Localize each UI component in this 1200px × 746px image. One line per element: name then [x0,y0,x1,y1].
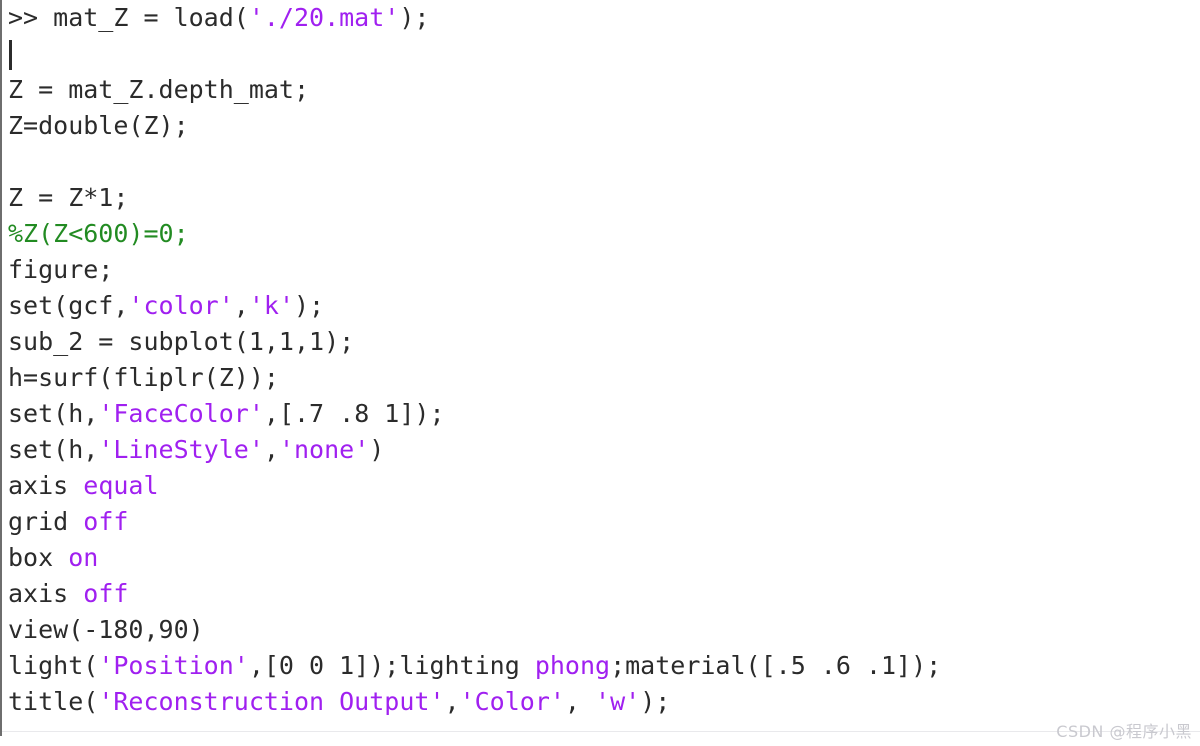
code-line[interactable]: Z = mat_Z.depth_mat; [8,72,1198,108]
code-line[interactable]: view(-180,90) [8,612,1198,648]
code-line[interactable]: sub_2 = subplot(1,1,1); [8,324,1198,360]
code-token-keyword: off [83,507,129,536]
csdn-watermark: CSDN @程序小黑 [1056,722,1192,741]
code-line[interactable]: %Z(Z<600)=0; [8,216,1198,252]
code-token-string: 'w' [595,687,641,716]
text-caret [9,40,12,70]
code-line[interactable]: set(h,'LineStyle','none') [8,432,1198,468]
code-line[interactable]: light('Position',[0 0 1]);lighting phong… [8,648,1198,684]
code-token-plain: ,[0 0 1]);lighting [248,651,535,680]
code-token-plain: , [444,687,460,716]
code-line[interactable]: figure; [8,252,1198,288]
code-token-plain: axis [8,471,84,500]
code-line[interactable]: Z = Z*1; [8,180,1198,216]
code-token-plain: title( [8,687,99,716]
code-token-plain: , [233,291,249,320]
code-area[interactable]: >> mat_Z = load('./20.mat'); Z = mat_Z.d… [8,0,1198,720]
code-token-string: 'color' [128,291,234,320]
code-token-comment: %Z(Z<600)=0; [8,219,189,248]
code-token-plain: , [263,435,279,464]
code-token-plain: grid [8,507,84,536]
code-token-plain: set(h, [8,435,99,464]
code-line[interactable]: set(h,'FaceColor',[.7 .8 1]); [8,396,1198,432]
code-token-plain: ); [640,687,671,716]
code-token-plain: >> mat_Z = load( [8,3,249,32]
code-token-plain: Z = Z*1; [8,183,129,212]
code-token-string: 'Reconstruction Output' [98,687,445,716]
code-token-string: 'Color' [459,687,565,716]
code-token-string: 'LineStyle' [98,435,264,464]
code-token-plain: figure; [8,255,114,284]
code-token-string: 'FaceColor' [98,399,264,428]
matlab-command-window[interactable]: >> mat_Z = load('./20.mat'); Z = mat_Z.d… [0,0,1200,746]
code-token-plain: ); [399,3,430,32]
code-token-plain: axis [8,579,84,608]
code-token-keyword: on [68,543,99,572]
code-line[interactable]: h=surf(fliplr(Z)); [8,360,1198,396]
code-token-string: './20.mat' [248,3,400,32]
code-token-plain: h=surf(fliplr(Z)); [8,363,279,392]
code-line[interactable]: axis equal [8,468,1198,504]
code-line[interactable] [8,144,1198,180]
code-token-plain: ,[.7 .8 1]); [263,399,445,428]
code-token-plain: , [564,687,596,716]
code-token-plain: view(-180,90) [8,615,204,644]
code-token-plain: ;material([.5 .6 .1]); [610,651,942,680]
code-line[interactable] [8,36,1198,72]
code-token-plain: Z = mat_Z.depth_mat; [8,75,310,104]
code-line[interactable]: >> mat_Z = load('./20.mat'); [8,0,1198,36]
code-token-plain: light( [8,651,99,680]
bottom-divider [2,731,1200,732]
code-token-plain: set(h, [8,399,99,428]
code-token-plain: sub_2 = subplot(1,1,1); [8,327,355,356]
code-token-plain: ); [294,291,325,320]
code-token-keyword: equal [83,471,159,500]
code-token-string: 'k' [248,291,294,320]
code-token-keyword: phong [534,651,611,680]
code-token-string: 'none' [278,435,370,464]
code-line[interactable]: title('Reconstruction Output','Color', '… [8,684,1198,720]
code-line[interactable]: axis off [8,576,1198,612]
code-token-plain: set(gcf, [8,291,129,320]
code-line[interactable]: Z=double(Z); [8,108,1198,144]
code-line[interactable]: box on [8,540,1198,576]
code-token-string: 'Position' [98,651,249,680]
code-token-keyword: off [83,579,129,608]
code-line[interactable]: grid off [8,504,1198,540]
code-token-plain: ) [369,435,385,464]
command-window-left-border [0,0,2,736]
code-token-plain: Z=double(Z); [8,111,189,140]
code-token-plain: box [8,543,69,572]
code-line[interactable]: set(gcf,'color','k'); [8,288,1198,324]
